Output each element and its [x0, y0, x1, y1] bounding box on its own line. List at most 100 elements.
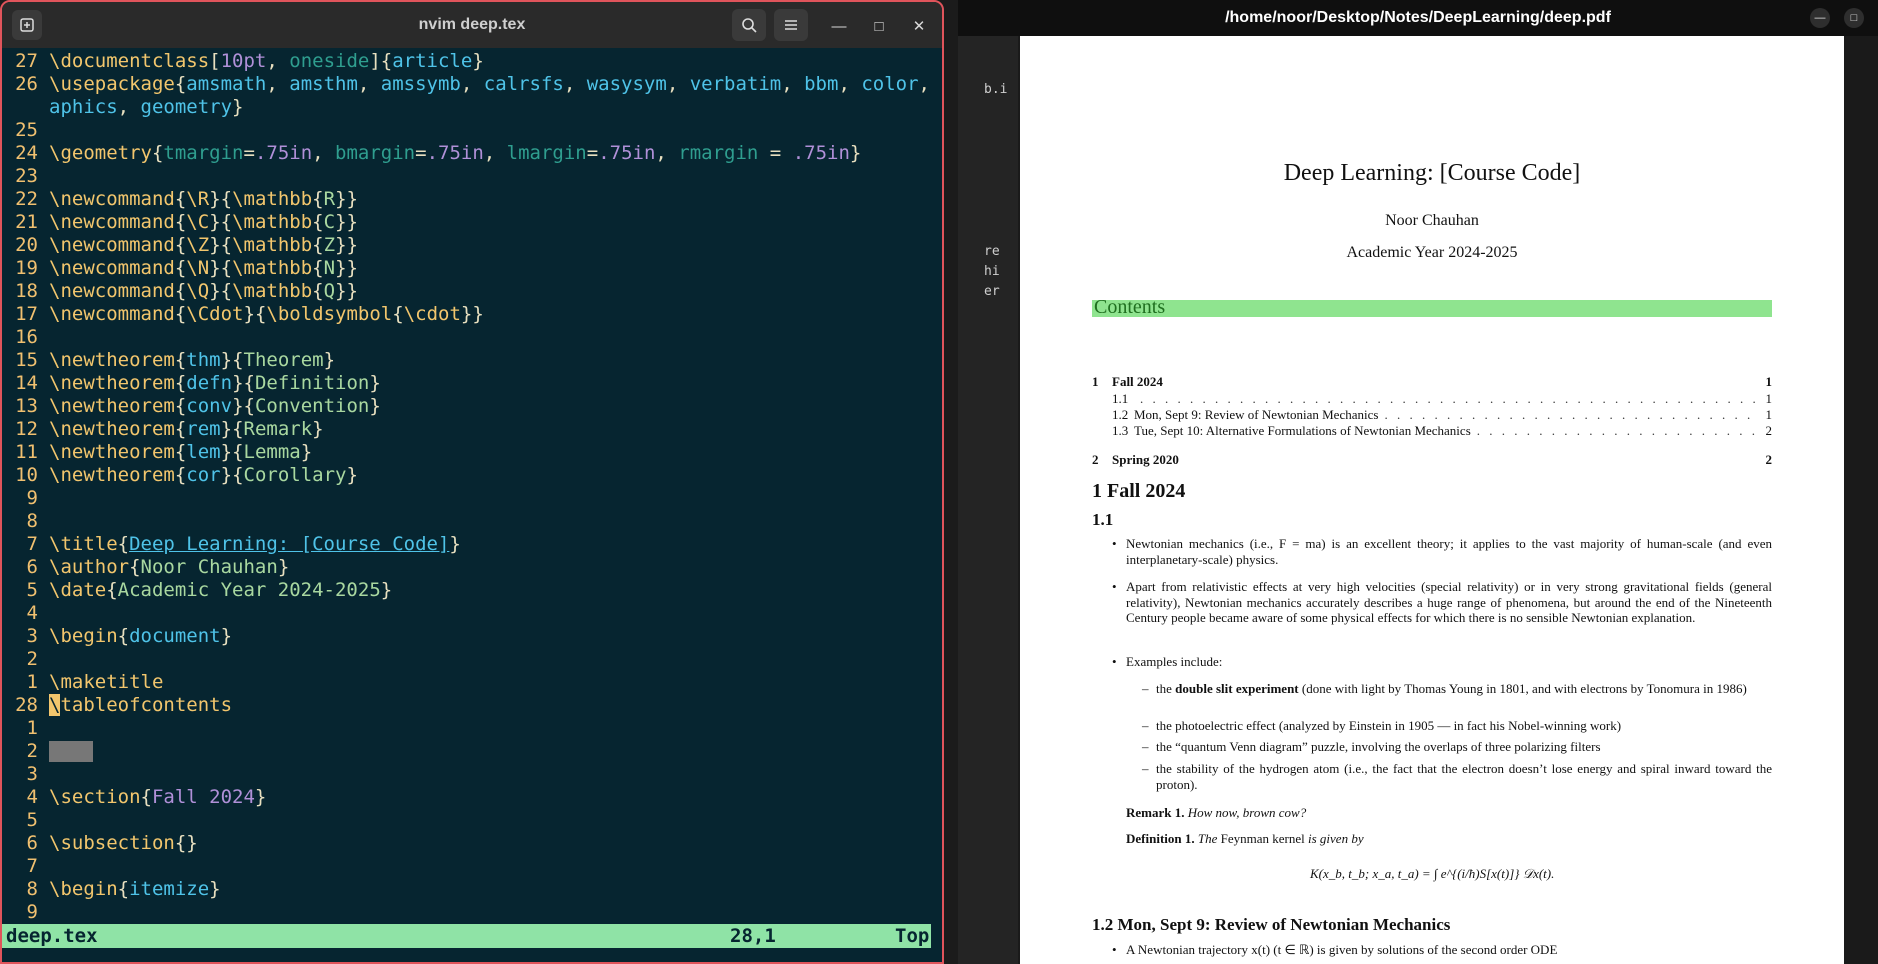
editor-line[interactable]: 8	[2, 510, 942, 533]
editor-line[interactable]: 21 \newcommand{\C}{\mathbb{C}}	[2, 211, 942, 234]
terminal-window[interactable]: nvim deep.tex — □ ✕ 27 \documentclass[10p…	[0, 0, 944, 964]
toc-entry[interactable]: 1.3 Tue, Sept 10: Alternative Formulation…	[1092, 423, 1772, 439]
line-number: 27	[15, 50, 38, 72]
editor-line[interactable]: 9	[2, 487, 942, 510]
editor-line[interactable]: 6 \subsection{}	[2, 832, 942, 855]
token: \mathbb	[232, 234, 313, 256]
maximize-icon: □	[1850, 12, 1858, 24]
editor-line[interactable]: 27 \documentclass[10pt, oneside]{article}	[2, 50, 942, 73]
pdf-window-title: /home/noor/Desktop/Notes/DeepLearning/de…	[1225, 9, 1611, 26]
editor-line[interactable]: 9	[2, 901, 942, 924]
editor-line[interactable]: 2	[2, 740, 942, 763]
editor-line[interactable]: 5	[2, 809, 942, 832]
editor-line[interactable]: 3 \begin{document}	[2, 625, 942, 648]
line-number: 1	[26, 671, 38, 693]
line-number: 15	[15, 349, 38, 371]
token: }{	[220, 418, 244, 440]
new-tab-button[interactable]	[12, 10, 42, 40]
editor-line[interactable]: 6 \author{Noor Chauhan}	[2, 556, 942, 579]
token: }	[849, 142, 862, 164]
token: {	[129, 556, 141, 578]
token: {	[174, 464, 187, 486]
editor-buffer[interactable]: 27 \documentclass[10pt, oneside]{article}…	[2, 48, 942, 924]
editor-line[interactable]: 10 \newtheorem{cor}{Corollary}	[2, 464, 942, 487]
line-number: 9	[26, 901, 38, 923]
editor-line[interactable]: 12 \newtheorem{rem}{Remark}	[2, 418, 942, 441]
editor-line[interactable]: 5 \date{Academic Year 2024-2025}	[2, 579, 942, 602]
token: cor	[186, 464, 221, 486]
editor-line[interactable]: 18 \newcommand{\Q}{\mathbb{Q}}	[2, 280, 942, 303]
pdf-page[interactable]: Deep Learning: [Course Code] Noor Chauha…	[1020, 36, 1844, 964]
editor-line[interactable]: 28 \tableofcontents	[2, 694, 942, 717]
editor-line[interactable]: 20 \newcommand{\Z}{\mathbb{Z}}	[2, 234, 942, 257]
token: rem	[186, 418, 221, 440]
line-code: \newtheorem{cor}{Corollary}	[49, 464, 358, 487]
editor-line[interactable]: 7 \title{Deep Learning: [Course Code]}	[2, 533, 942, 556]
token: \geometry	[49, 142, 152, 164]
editor-line[interactable]: 23	[2, 165, 942, 188]
toc-leader-dots: . . . . . . . . . . . . . . . . . . . . …	[1476, 423, 1756, 438]
minimize-button[interactable]: —	[827, 14, 851, 38]
token: article	[392, 50, 473, 72]
editor-line[interactable]: 25	[2, 119, 942, 142]
token: \R	[186, 188, 210, 210]
token: tableofcontents	[60, 694, 233, 716]
line-code: \begin{itemize}	[49, 878, 221, 901]
pdf-maximize-button[interactable]: □	[1844, 8, 1864, 28]
editor-line[interactable]: 3	[2, 763, 942, 786]
editor-line[interactable]: 1	[2, 717, 942, 740]
menu-button[interactable]	[774, 9, 808, 41]
editor-line[interactable]: 8 \begin{itemize}	[2, 878, 942, 901]
token: \mathbb	[232, 257, 313, 279]
editor-line[interactable]: 1 \maketitle	[2, 671, 942, 694]
toc-entry[interactable]: 1.1 . . . . . . . . . . . . . . . . . . .…	[1092, 391, 1772, 407]
token: {	[174, 73, 187, 95]
editor-line[interactable]: 17 \newcommand{\Cdot}{\boldsymbol{\cdot}}	[2, 303, 942, 326]
token: }{	[220, 464, 244, 486]
editor-line[interactable]: 22 \newcommand{\R}{\mathbb{R}}	[2, 188, 942, 211]
editor-line[interactable]: 4	[2, 602, 942, 625]
token: }}	[335, 257, 358, 279]
editor-line[interactable]: 2	[2, 648, 942, 671]
toc-entry[interactable]: 2 Spring 2020 2	[1092, 452, 1772, 468]
line-code: \newtheorem{rem}{Remark}	[49, 418, 324, 441]
token: ,	[117, 96, 141, 118]
token: {	[312, 211, 324, 233]
editor-line[interactable]: 26 \usepackage{amsmath, amsthm, amssymb, …	[2, 73, 942, 96]
token: \maketitle	[49, 671, 164, 693]
editor-line[interactable]: 19 \newcommand{\N}{\mathbb{N}}	[2, 257, 942, 280]
line-number: 23	[15, 165, 38, 187]
editor-line[interactable]: 24 \geometry{tmargin=.75in, bmargin=.75in…	[2, 142, 942, 165]
token: ,	[483, 142, 507, 164]
new-tab-icon	[20, 18, 34, 32]
line-code: \newtheorem{thm}{Theorem}	[49, 349, 335, 372]
search-button[interactable]	[732, 9, 766, 41]
editor-line[interactable]: 16	[2, 326, 942, 349]
pdf-minimize-button[interactable]: —	[1810, 8, 1830, 28]
minimize-icon: —	[831, 17, 847, 35]
token: lem	[186, 441, 221, 463]
token: {	[174, 257, 187, 279]
token: \newcommand	[49, 280, 175, 302]
close-button[interactable]: ✕	[907, 14, 931, 38]
list-item-text: Apart from relativistic effects at very …	[1126, 579, 1772, 625]
toc-entry[interactable]: 1.2 Mon, Sept 9: Review of Newtonian Mech…	[1092, 407, 1772, 423]
document-title: Deep Learning: [Course Code]	[1283, 160, 1581, 186]
editor-line[interactable]: 14 \newtheorem{defn}{Definition}	[2, 372, 942, 395]
token: }}	[335, 188, 358, 210]
maximize-button[interactable]: □	[867, 14, 891, 38]
token: oneside	[289, 50, 370, 72]
editor-line[interactable]: 13 \newtheorem{conv}{Convention}	[2, 395, 942, 418]
editor-line[interactable]: 4 \section{Fall 2024}	[2, 786, 942, 809]
toc-entry[interactable]: 1 Fall 2024 1	[1092, 374, 1772, 390]
editor-line[interactable]: 7	[2, 855, 942, 878]
editor-line[interactable]: 11 \newtheorem{lem}{Lemma}	[2, 441, 942, 464]
editor-line[interactable]: aphics, geometry}	[2, 96, 942, 119]
token: {	[117, 625, 130, 647]
list-item-text: Examples include:	[1126, 654, 1223, 669]
line-number: 16	[15, 326, 38, 348]
editor-line[interactable]: 15 \newtheorem{thm}{Theorem}	[2, 349, 942, 372]
token: }{	[209, 211, 233, 233]
token: }	[277, 556, 290, 578]
token: ,	[838, 73, 862, 95]
